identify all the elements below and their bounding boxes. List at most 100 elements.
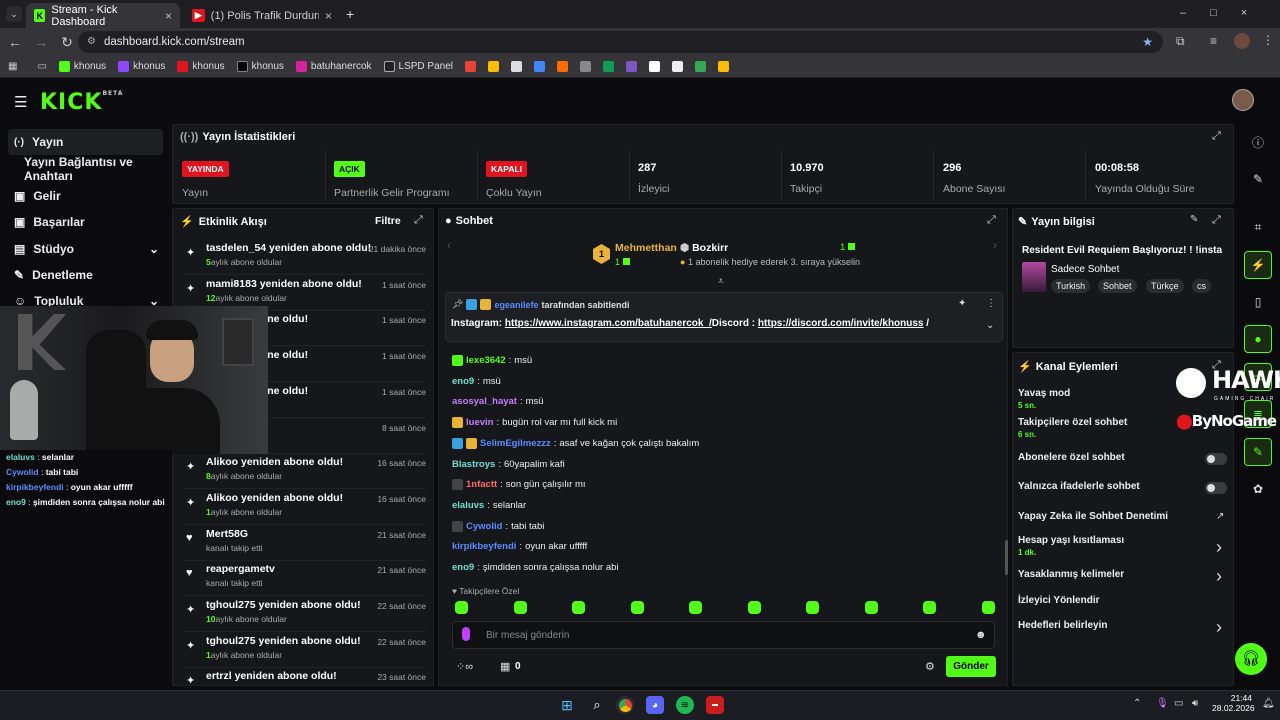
wrench-icon[interactable]: ✎ [1244,438,1272,466]
activity-event[interactable]: ✦ Alikoo yeniden abone oldu! 1aylık abone … [184,490,426,525]
emote-icon[interactable] [630,601,644,614]
emoji-icon[interactable]: ☻ [975,629,987,641]
lightning-icon[interactable]: ⚡ [1244,251,1272,279]
send-button[interactable]: Gönder [946,656,996,677]
discord-link[interactable]: https://discord.com/invite/khonuss [758,318,924,329]
chevron-right-icon[interactable]: › [1216,566,1222,587]
gifter-two[interactable]: ⬢ Bozkirr [680,242,728,254]
channel-action[interactable]: Yalnızca ifadelerle sohbet [1018,481,1228,492]
new-tab-button[interactable]: + [346,6,354,22]
reload-icon[interactable]: ↻ [54,34,80,51]
activity-event[interactable]: ♥ reapergametv kanalı takip etti 21 saat ön… [184,561,426,597]
chat-username[interactable]: 1nfactt [466,479,497,490]
app-icon[interactable] [557,61,568,72]
emote-icon[interactable] [689,601,702,614]
close-tab-icon[interactable]: × [325,9,332,23]
info-icon[interactable]: ⓘ [1244,128,1272,156]
gmail-icon[interactable] [488,61,499,72]
tray-chevron-icon[interactable]: ⌃ [1133,698,1141,709]
chat-username[interactable]: eno9 [452,562,474,573]
app-icon[interactable] [672,61,683,72]
emote-icon[interactable] [747,601,761,614]
window-controls[interactable]: –□× [1180,7,1271,19]
app-icon[interactable]: ▬ [706,696,724,714]
chat-username[interactable]: lexe3642 [466,355,506,366]
expand-icon[interactable]: ⤢ [1212,130,1221,143]
site-info-icon[interactable]: ⚙ [87,31,96,53]
notification-bell-icon[interactable]: 🔔︎ [1262,698,1275,709]
support-headset-icon[interactable]: 🎧︎ [1235,643,1267,675]
address-bar[interactable]: ⚙ dashboard.kick.com/stream ★ [78,31,1163,53]
edit-icon[interactable]: ✎ [1244,165,1272,193]
emote-icon[interactable] [864,601,878,614]
activity-event[interactable]: ✦ tghoul275 yeniden abone oldu! 10aylık ab… [184,597,426,632]
channel-action[interactable]: Yasaklanmış kelimeler [1018,569,1228,580]
emote-icon[interactable] [513,601,527,614]
bookmark-item[interactable]: khonus [236,61,284,72]
filter-button[interactable]: Filtre [375,215,401,227]
close-tab-icon[interactable]: × [165,9,172,23]
chevron-right-icon[interactable]: › [1216,537,1222,558]
category-name[interactable]: Sadece Sohbet [1051,264,1119,275]
next-arrow-icon[interactable]: › [993,238,997,252]
panel-icon[interactable]: ▯ [1244,288,1272,316]
user-avatar[interactable] [1232,89,1254,111]
docs-icon[interactable] [511,61,522,72]
activity-event[interactable]: ✦ tasdelen_54 yeniden abone oldu! 5aylık a… [184,240,426,275]
extensions-icon[interactable]: ⧉ [1176,34,1185,49]
forward-icon[interactable]: → [28,34,54,50]
sidebar-item-yayin[interactable]: (·) Yayın [8,129,163,155]
sidebar-item-denetleme[interactable]: ✎ Denetleme [8,262,163,288]
more-options-icon[interactable]: ⋮ [986,298,996,309]
infinity-points-icon[interactable]: ⁘∞ [456,660,473,673]
bookmark-item[interactable]: khonus [58,61,106,72]
chat-username[interactable]: Cywolid [466,521,502,532]
chat-username[interactable]: luevin [466,417,493,428]
kick-logo[interactable]: KICKBETA [40,90,123,115]
windows-start-icon[interactable]: ⊞ [558,696,576,714]
capcut-icon[interactable] [649,61,660,72]
chat-username[interactable]: elaluvs [452,500,484,511]
app-icon[interactable] [580,61,591,72]
chat-scrollbar[interactable] [1005,540,1008,575]
expand-icon[interactable]: ⤢ [1212,214,1221,227]
bookmark-star-icon[interactable]: ★ [1142,31,1153,53]
toggle-switch[interactable] [1205,482,1227,494]
folder-icon[interactable]: ▭ [37,61,46,72]
chevron-down-icon[interactable]: ⌄ [986,320,994,331]
emote-icon[interactable] [923,601,936,614]
activity-event[interactable]: ♥ Mert58G kanalı takip etti 21 saat önce [184,526,426,561]
pinned-by-user[interactable]: egeanilefe [494,300,538,310]
sidebar-item-basarilar[interactable]: ▣ Başarılar [8,209,163,235]
chat-settings-icon[interactable]: ⚙ [925,660,935,673]
search-icon[interactable]: ⌕ [588,696,606,714]
sidebar-item-stream-key[interactable]: Yayın Bağlantısı ve Anahtarı [8,155,163,183]
network-icon[interactable]: ▭ [1174,698,1183,709]
spotify-icon[interactable]: ≋ [676,696,694,714]
emote-icon[interactable] [981,601,995,614]
chat-username[interactable]: kirpikbeyfendi [452,541,516,552]
chrome-icon[interactable] [616,696,634,714]
mic-icon[interactable] [462,627,470,641]
sidebar-item-gelir[interactable]: ▣ Gelir [8,183,163,209]
channel-action[interactable]: Hesap yaşı kısıtlaması 1 dk. [1018,535,1228,557]
sidebar-item-studyo[interactable]: ▤ Stüdyo ⌄ [8,236,163,262]
chat-username[interactable]: SelimEgilmezzz [480,438,551,449]
top-gifter-name[interactable]: Mehmetthan [615,242,677,254]
channel-action[interactable]: Yapay Zeka ile Sohbet Denetimi [1018,511,1228,522]
gmail-icon[interactable] [465,61,476,72]
profile-avatar[interactable] [1234,33,1250,49]
expand-icon[interactable]: ⤢ [987,214,996,227]
media-icon[interactable]: ≡ [1210,34,1217,48]
bookmark-item[interactable]: LSPD Panel [383,61,453,72]
browser-tab-kick[interactable]: K Stream - Kick Dashboard × [26,3,180,28]
emote-icon[interactable] [572,601,585,614]
prev-arrow-icon[interactable]: ‹ [447,238,451,252]
activity-event[interactable]: ✦ Alikoo yeniden abone oldu! 8aylık abone … [184,454,426,490]
chat-username[interactable]: asosyal_hayat [452,396,517,407]
channel-action[interactable]: Abonelere özel sohbet [1018,452,1228,463]
apps-icon[interactable]: ▦ [8,61,17,72]
bookmark-item[interactable]: batuhanercok [295,61,372,72]
sheets-icon[interactable] [603,61,614,72]
browser-menu-icon[interactable]: ⋮ [1262,33,1274,47]
